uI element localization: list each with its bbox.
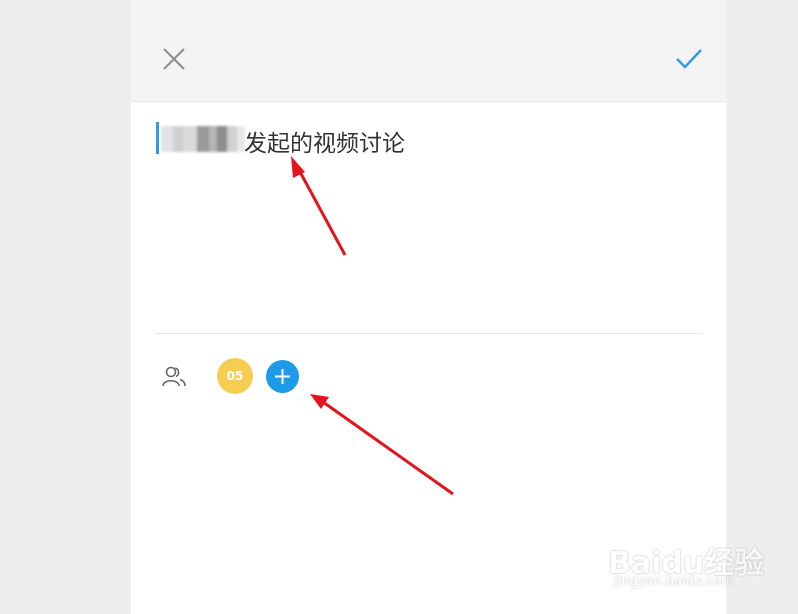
checkmark-icon (676, 49, 702, 69)
discussion-editor-panel: 发起的视频讨论 05 (131, 0, 726, 614)
close-button[interactable] (161, 46, 187, 72)
add-participant-button[interactable] (266, 360, 299, 393)
discussion-title-text: 发起的视频讨论 (244, 131, 405, 157)
text-cursor (156, 122, 159, 154)
title-input-area[interactable]: 发起的视频讨论 (131, 101, 726, 333)
plus-icon (275, 369, 290, 384)
top-toolbar (131, 0, 726, 102)
baidu-jingyan-watermark: Baidu经验 jingyan.baidu.com (608, 528, 764, 598)
confirm-button[interactable] (674, 45, 704, 73)
participant-avatar[interactable]: 05 (217, 358, 253, 394)
blurred-user-name (161, 126, 245, 152)
close-icon (163, 48, 185, 70)
avatar-initials: 05 (226, 369, 244, 383)
watermark-url: jingyan.baidu.com (614, 574, 734, 589)
divider (156, 333, 702, 334)
members-icon (161, 364, 187, 390)
